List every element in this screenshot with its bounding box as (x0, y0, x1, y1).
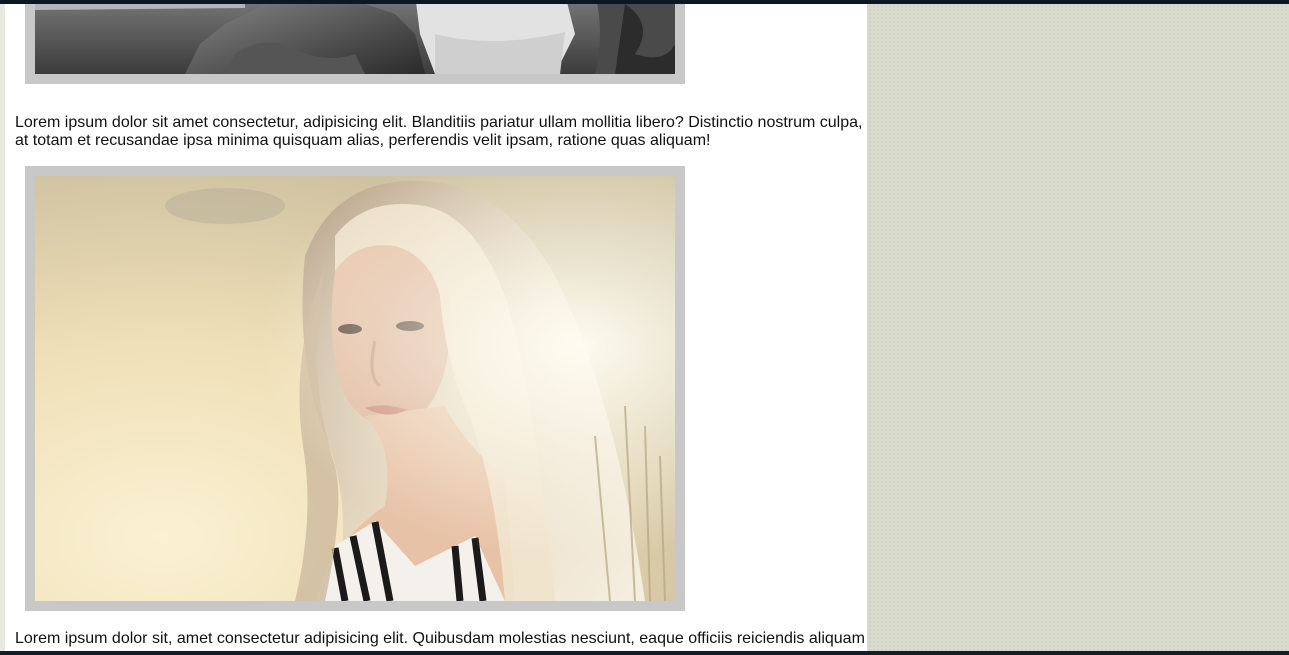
bottom-edge (0, 651, 1289, 655)
article-content: Lorem ipsum dolor sit amet consectetur, … (5, 4, 867, 651)
blonde-woman-portrait-photo (35, 176, 675, 601)
image-frame-portrait (25, 166, 685, 611)
paragraph-2: Lorem ipsum dolor sit, amet consectetur … (15, 630, 865, 647)
grayscale-seaside-photo (35, 4, 675, 74)
image-frame-grayscale (25, 4, 685, 84)
paragraph-1: Lorem ipsum dolor sit amet consectetur, … (15, 114, 863, 149)
